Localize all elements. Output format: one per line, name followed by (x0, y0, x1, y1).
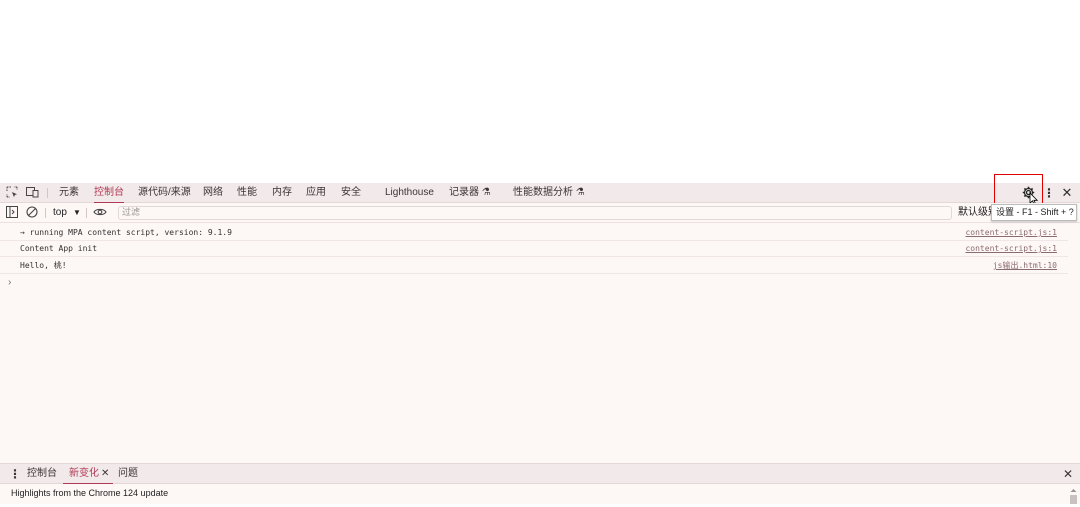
console-message: → running MPA content script, version: 9… (0, 225, 1080, 241)
clear-console-icon[interactable] (25, 206, 39, 220)
drawer-tabbar: ⋮ 控制台 新变化 ✕ 问题 ✕ (0, 463, 1080, 485)
console-prompt[interactable]: › (8, 277, 11, 288)
tab-recorder[interactable]: 记录器 ⚗ (449, 183, 491, 203)
sidebar-toggle-icon[interactable] (5, 206, 19, 220)
tab-lighthouse[interactable]: Lighthouse (385, 183, 434, 203)
context-selector[interactable]: top (53, 203, 67, 223)
tab-performance[interactable]: 性能 (237, 183, 257, 203)
message-text: → running MPA content script, version: 9… (20, 228, 232, 237)
drawer-tab-issues[interactable]: 问题 (118, 464, 138, 484)
device-toolbar-icon[interactable] (25, 186, 39, 200)
whats-new-content: Highlights from the Chrome 124 update (0, 484, 1080, 504)
close-drawer-icon[interactable]: ✕ (1063, 464, 1073, 484)
toolbar-separator (45, 208, 46, 218)
drawer-tab-whats-new[interactable]: 新变化 (63, 464, 113, 485)
tab-performance-insights[interactable]: 性能数据分析 ⚗ (513, 183, 585, 203)
toolbar-separator (86, 208, 87, 218)
close-icon[interactable]: ✕ (101, 464, 109, 484)
message-source-link[interactable]: content-script.js:1 (965, 225, 1057, 241)
tab-application[interactable]: 应用 (306, 183, 326, 203)
devtools-panel: 元素 控制台 源代码/来源 网络 性能 内存 应用 安全 Lighthouse … (0, 174, 1080, 504)
close-icon[interactable]: ✕ (1060, 186, 1074, 200)
live-expression-eye-icon[interactable] (93, 206, 107, 220)
drawer-tab-console[interactable]: 控制台 (27, 464, 57, 484)
tab-console[interactable]: 控制台 (94, 183, 124, 204)
tab-elements[interactable]: 元素 (59, 183, 79, 203)
settings-tooltip: 设置 - F1 - Shift + ? (991, 204, 1077, 221)
message-source-link[interactable]: js输出.html:10 (993, 258, 1057, 274)
message-text: Content App init (20, 244, 98, 253)
devtools-tabbar: 元素 控制台 源代码/来源 网络 性能 内存 应用 安全 Lighthouse … (0, 174, 1080, 208)
message-text: Hello, 桃! (20, 261, 67, 270)
chevron-down-icon[interactable]: ▼ (73, 203, 81, 223)
console-toolbar: top ▼ 过滤 默认级别 (0, 203, 1080, 223)
console-message: Hello, 桃! js输出.html:10 (0, 258, 1080, 274)
tab-network[interactable]: 网络 (203, 183, 223, 203)
console-scrollbar[interactable] (1068, 223, 1080, 445)
page-viewport (0, 0, 1080, 183)
tab-security[interactable]: 安全 (341, 183, 361, 203)
tab-sources[interactable]: 源代码/来源 (138, 183, 191, 203)
drawer-menu-icon[interactable]: ⋮ (9, 464, 21, 484)
console-message: Content App init content-script.js:1 (0, 241, 1080, 257)
whats-new-heading: Highlights from the Chrome 124 update (11, 488, 169, 498)
tab-memory[interactable]: 内存 (272, 183, 292, 203)
inspect-element-icon[interactable] (5, 186, 19, 200)
kebab-menu-icon[interactable]: ⋮ (1043, 186, 1055, 200)
message-source-link[interactable]: content-script.js:1 (965, 241, 1057, 257)
tab-separator (47, 188, 48, 198)
drawer-scrollbar[interactable] (1069, 486, 1078, 504)
filter-input[interactable]: 过滤 (118, 206, 952, 220)
